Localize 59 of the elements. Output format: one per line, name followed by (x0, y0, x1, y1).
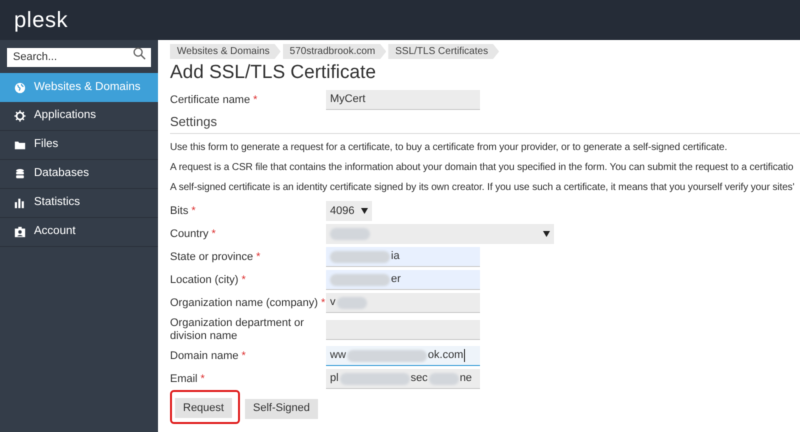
description-text: A request is a CSR file that contains the information about your domain that you specified in the form. You can submit the request to a certificatio (170, 160, 794, 174)
input-field[interactable]: ww ok.com (326, 346, 480, 366)
bar-chart-icon (14, 197, 26, 209)
gear-icon (14, 110, 26, 122)
section-heading: Settings (170, 113, 217, 131)
input-field[interactable] (326, 320, 480, 340)
database-icon (14, 168, 26, 180)
text-cursor (464, 349, 466, 362)
page-title: Add SSL/TLS Certificate (170, 61, 376, 85)
breadcrumb-link[interactable]: Websites & Domains (170, 44, 281, 59)
redaction-blur (336, 296, 366, 308)
input-field[interactable]: ia (326, 247, 480, 267)
required-mark: * (241, 348, 246, 364)
field-label: Country (170, 228, 209, 240)
logo[interactable]: plesk (14, 9, 68, 31)
sidebar-item[interactable]: Applications (0, 102, 158, 131)
required-mark: * (241, 272, 246, 288)
sidebar-item[interactable]: Databases (0, 160, 158, 189)
caret-icon (543, 231, 550, 237)
required-mark: * (191, 204, 196, 219)
caret-icon (361, 208, 368, 214)
sidebar-item[interactable]: Files (0, 131, 158, 160)
input-field[interactable]: er (326, 270, 480, 290)
field-label: State or province (170, 250, 254, 264)
field-label: Organization department or division name (170, 316, 305, 342)
field-label: Bits (170, 204, 188, 218)
input-field[interactable]: v (326, 293, 480, 313)
redaction-blur (428, 372, 459, 384)
field-label: Organization name (company) (170, 296, 318, 310)
redaction-blur (330, 250, 390, 262)
field-label: Certificate name (170, 92, 250, 108)
search-field[interactable]: Search... (7, 48, 151, 66)
search-icon (133, 47, 146, 60)
breadcrumb-link[interactable]: SSL/TLS Certificates (388, 44, 500, 59)
description-text: A self-signed certificate is an identity certificate signed by its own creator. If you use such a certificate, it means that you yourself verify your sites' (170, 180, 794, 194)
form-button[interactable]: Self-Signed (244, 398, 318, 418)
field-label: Email (170, 372, 198, 386)
description-text: Use this form to generate a request for a certificate, to buy a certificate from your provider, or to generate a self-signed certificate. (170, 140, 728, 154)
required-mark: * (253, 92, 258, 108)
breadcrumb-link[interactable]: 570stradbrook.com (282, 44, 386, 59)
required-mark: * (256, 250, 260, 265)
dropdown[interactable] (326, 224, 554, 244)
required-mark: * (320, 296, 326, 311)
folder-icon (14, 139, 26, 151)
redaction-blur (330, 274, 390, 286)
redaction-blur (340, 372, 410, 384)
required-mark: * (200, 372, 205, 387)
globe-icon (14, 82, 26, 94)
sidebar-item[interactable]: Account (0, 218, 158, 247)
sidebar-item[interactable]: Statistics (0, 189, 158, 218)
field-label: Domain name (170, 350, 238, 362)
required-mark: * (212, 226, 216, 242)
dropdown[interactable]: 4096 (326, 201, 372, 221)
id-card-icon (14, 226, 26, 238)
certificate-name-field[interactable]: MyCert (326, 90, 480, 110)
form-button[interactable]: Request (175, 398, 232, 418)
input-field[interactable]: pl sec ne (326, 369, 480, 389)
redaction-blur (330, 228, 370, 240)
field-label: Location (city) (170, 274, 238, 286)
